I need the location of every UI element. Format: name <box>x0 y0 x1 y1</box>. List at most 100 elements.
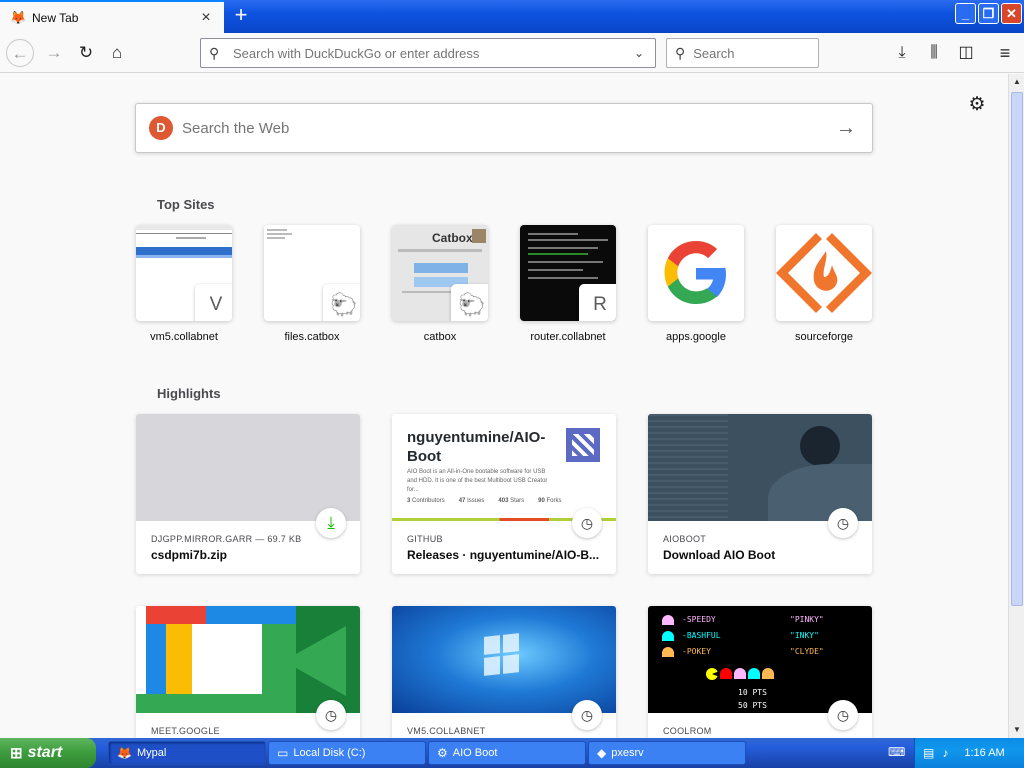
arrow-right-icon[interactable]: → <box>834 117 858 140</box>
minimize-button[interactable]: _ <box>955 3 976 24</box>
scroll-up-icon[interactable]: ▲ <box>1009 74 1024 90</box>
maximize-button[interactable]: ❐ <box>978 3 999 24</box>
stat-label: Contributors <box>412 498 445 504</box>
top-site-label: router.collabnet <box>530 331 606 343</box>
clock-icon[interactable]: ◷ <box>828 700 858 730</box>
close-window-button[interactable]: ✕ <box>1001 3 1022 24</box>
card-source: DJGPP.MIRROR.GARR — 69.7 KB <box>151 534 302 544</box>
catbox-icon: 🐑 <box>451 284 488 321</box>
keyboard-icon[interactable]: ⌨ <box>888 745 905 759</box>
search-icon: ⚲ <box>675 44 686 61</box>
top-site-sourceforge[interactable]: sourceforge <box>776 225 872 343</box>
taskbar-item-mypal[interactable]: 🦊 Mypal <box>108 741 266 765</box>
forward-button[interactable]: → <box>40 39 68 67</box>
network-icon[interactable]: ▤ <box>923 746 934 760</box>
highlight-card[interactable]: ◷ MEET.GOOGLE <box>136 606 360 738</box>
tab-title: New Tab <box>32 10 79 25</box>
card-source: COOLROM <box>663 726 712 736</box>
site-badge: V <box>195 284 232 321</box>
system-tray: ▤ ♪ 1:16 AM <box>914 738 1024 768</box>
clock-icon[interactable]: ◷ <box>572 508 602 538</box>
github-repo-name: nguyentumine/AIO-Boot <box>407 429 546 465</box>
site-thumbnail: R <box>520 225 616 321</box>
chevron-down-icon[interactable]: ⌄ <box>629 46 649 60</box>
reload-button[interactable]: ↻ <box>72 39 100 67</box>
nav-toolbar: ← → ↻ ⌂ ⚲ ⌄ ⚲ ⤓ ⫼ ◫ ≡ <box>0 33 1024 73</box>
close-icon[interactable]: × <box>196 8 216 28</box>
download-icon[interactable]: ⤓ <box>316 508 346 538</box>
catbox-icon: 🐑 <box>323 284 360 321</box>
scroll-down-icon[interactable]: ▼ <box>1009 722 1024 738</box>
card-title: Releases · nguyentumine/AIO-B... <box>407 548 600 562</box>
gear-icon[interactable]: ⚙ <box>966 94 988 116</box>
card-title: csdpmi7b.zip <box>151 548 228 562</box>
stat-num: 403 <box>498 498 509 504</box>
clock: 1:16 AM <box>964 747 1005 759</box>
web-search-input[interactable] <box>182 119 834 137</box>
top-site-router-collabnet[interactable]: R router.collabnet <box>520 225 616 343</box>
new-tab-page: ⚙ D → Top Sites V vm5.collabnet 🐑 files.… <box>0 74 1008 738</box>
vertical-scrollbar[interactable]: ▲ ▼ <box>1008 74 1024 738</box>
site-thumbnail: V <box>136 225 232 321</box>
highlight-card[interactable]: ◷ VM5.COLLABNET <box>392 606 616 738</box>
clock-icon[interactable]: ◷ <box>828 508 858 538</box>
web-search-box[interactable]: D → <box>135 103 873 153</box>
ghost-name: -POKEY <box>682 647 711 656</box>
points-label: 10 PTS <box>738 688 767 697</box>
task-label: AIO Boot <box>452 747 498 759</box>
search-input[interactable] <box>693 45 804 61</box>
disk-icon: ▭ <box>277 746 289 760</box>
highlight-card[interactable]: ⤓ DJGPP.MIRROR.GARR — 69.7 KB csdpmi7b.z… <box>136 414 360 574</box>
top-site-vm5-collabnet[interactable]: V vm5.collabnet <box>136 225 232 343</box>
tab-new-tab[interactable]: 🦊 New Tab × <box>0 0 224 33</box>
clock-icon[interactable]: ◷ <box>572 700 602 730</box>
hamburger-menu-icon[interactable]: ≡ <box>991 39 1019 67</box>
stat-label: Forks <box>546 498 562 504</box>
top-site-label: sourceforge <box>794 331 854 343</box>
back-button[interactable]: ← <box>6 39 34 67</box>
windows-flag-icon: ⊞ <box>10 745 23 762</box>
highlight-card[interactable]: -SPEEDY "PINKY" -BASHFUL "INKY" -POKEY "… <box>648 606 872 738</box>
download-icon[interactable]: ⤓ <box>888 39 916 67</box>
top-site-label: vm5.collabnet <box>150 331 218 343</box>
url-input[interactable] <box>233 45 629 61</box>
sidebar-icon[interactable]: ◫ <box>952 39 980 67</box>
taskbar-item-aio-boot[interactable]: ⚙ AIO Boot <box>428 741 586 765</box>
google-logo-icon <box>648 225 744 321</box>
library-icon[interactable]: ⫼ <box>920 39 948 67</box>
reload-icon: ↻ <box>78 43 94 62</box>
ghost-nick: "INKY" <box>790 631 819 640</box>
card-image <box>648 414 872 521</box>
sourceforge-logo-icon <box>776 225 872 321</box>
taskbar-item-local-disk[interactable]: ▭ Local Disk (C:) <box>268 741 426 765</box>
mypal-icon: 🦊 <box>117 746 132 760</box>
top-site-apps-google[interactable]: apps.google <box>648 225 744 343</box>
volume-icon[interactable]: ♪ <box>942 746 948 760</box>
windows-logo-icon <box>484 633 520 676</box>
arrow-right-icon: → <box>45 43 63 62</box>
top-site-files-catbox[interactable]: 🐑 files.catbox <box>264 225 360 343</box>
card-image: nguyentumine/AIO-Boot AIO Boot is an All… <box>392 414 616 521</box>
taskbar: ⊞ start 🦊 Mypal ▭ Local Disk (C:) ⚙ AIO … <box>0 738 1024 768</box>
search-bar[interactable]: ⚲ <box>666 38 819 68</box>
new-tab-button[interactable]: + <box>230 4 252 27</box>
home-icon: ⌂ <box>111 43 123 62</box>
scroll-thumb[interactable] <box>1011 92 1023 606</box>
site-thumbnail: 🐑 <box>264 225 360 321</box>
start-button[interactable]: ⊞ start <box>0 738 96 768</box>
top-site-catbox[interactable]: Catbox 🐑 catbox <box>392 225 488 343</box>
arrow-left-icon: ← <box>11 44 29 63</box>
points-label: 50 PTS <box>738 701 767 710</box>
stat-num: 90 <box>538 498 545 504</box>
clock-icon[interactable]: ◷ <box>316 700 346 730</box>
stat-num: 47 <box>458 498 466 504</box>
taskbar-item-pxesrv[interactable]: ◆ pxesrv <box>588 741 746 765</box>
highlight-card[interactable]: ◷ AIOBOOT Download AIO Boot <box>648 414 872 574</box>
catbox-logo-text: Catbox <box>432 231 473 245</box>
pacman-image: -SPEEDY "PINKY" -BASHFUL "INKY" -POKEY "… <box>648 606 872 713</box>
home-button[interactable]: ⌂ <box>103 39 131 67</box>
url-bar[interactable]: ⚲ ⌄ <box>200 38 656 68</box>
ghost-nick: "CLYDE" <box>790 647 824 656</box>
highlight-card[interactable]: nguyentumine/AIO-Boot AIO Boot is an All… <box>392 414 616 574</box>
highlights-title: Highlights <box>157 386 221 401</box>
